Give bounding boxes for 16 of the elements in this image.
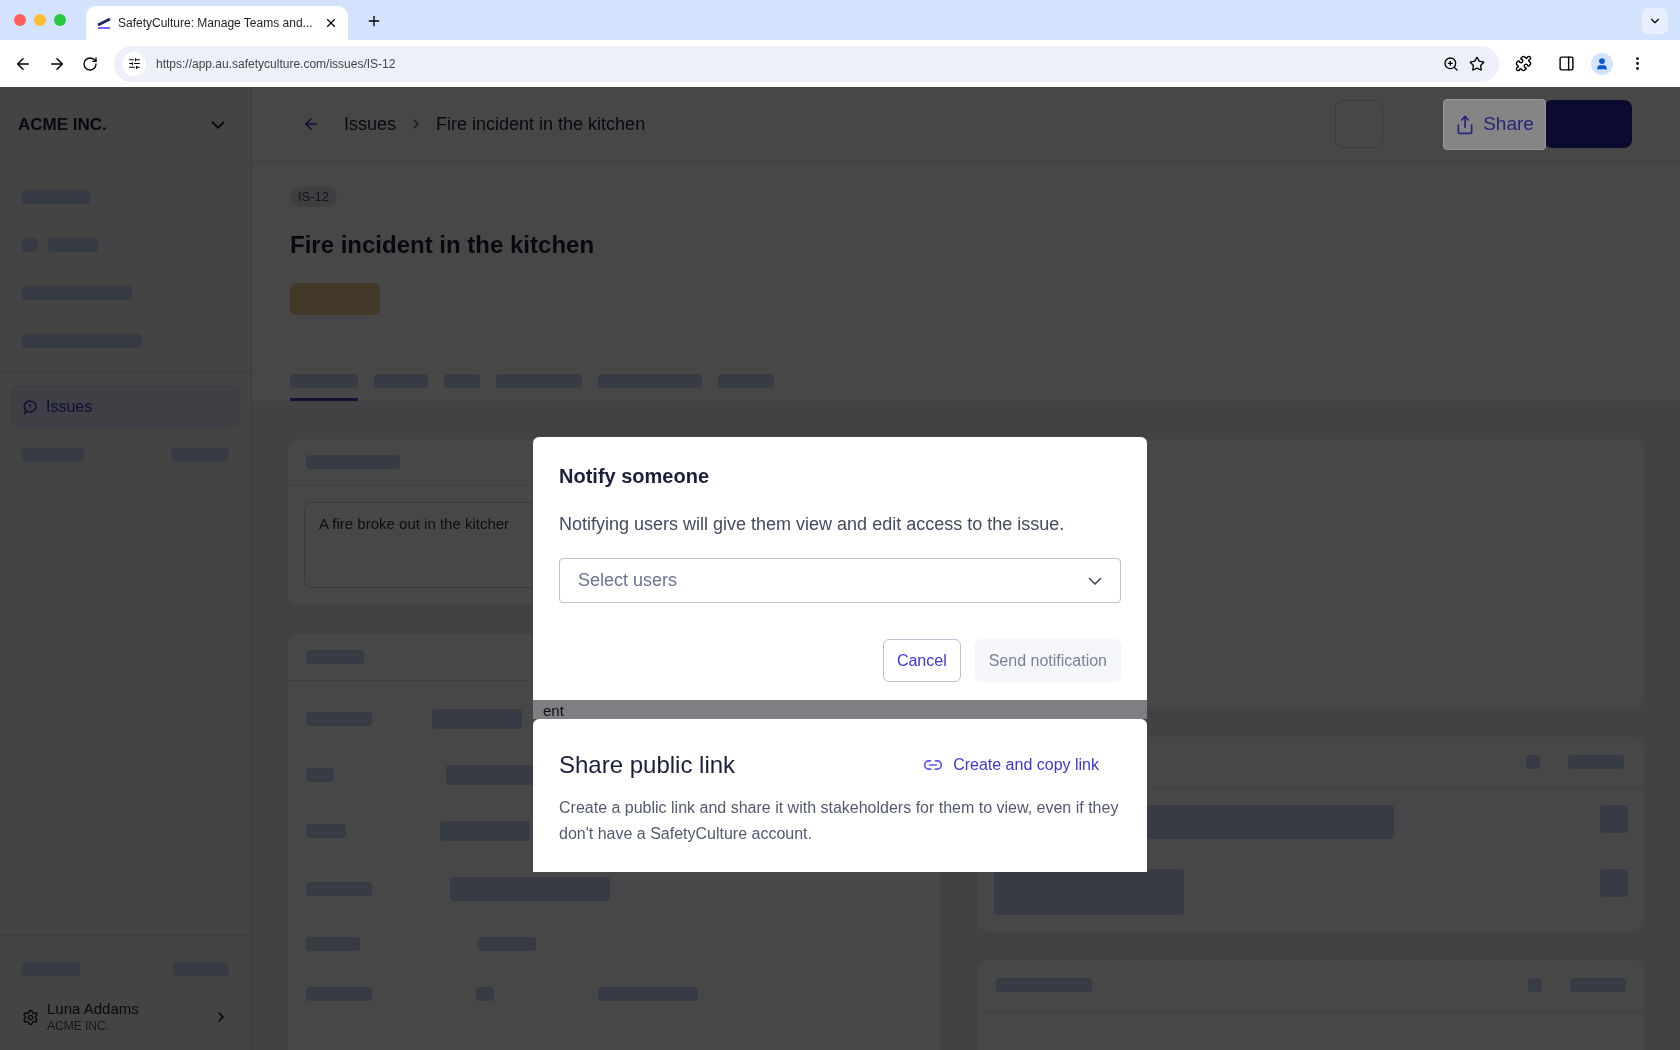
- url-text: https://app.au.safetyculture.com/issues/IS-12: [156, 55, 396, 73]
- dialog-title: Notify someone: [559, 464, 711, 489]
- panel-description: Create a public link and share it with stakeholders for them to view, even if they don't have a SafetyCulture account.: [559, 798, 1120, 844]
- browser-tab[interactable]: SafetyCulture: Manage Teams and...: [86, 6, 348, 40]
- cancel-button[interactable]: Cancel: [882, 639, 961, 682]
- select-users-dropdown[interactable]: Select users: [559, 558, 1121, 603]
- panel-title: Share public link: [559, 750, 736, 780]
- issue-title: Fire incident in the kitchen: [290, 229, 595, 260]
- tab-title: SafetyCulture: Manage Teams and...: [118, 15, 313, 32]
- share-button[interactable]: Share: [1443, 99, 1546, 150]
- dialog-message: Notifying users will give them view and edit access to the issue.: [559, 513, 1066, 536]
- user-name: Luna Addams: [47, 1000, 139, 1018]
- breadcrumb-current: Fire incident in the kitchen: [436, 112, 646, 136]
- address-bar[interactable]: https://app.au.safetyculture.com/issues/IS-12: [114, 45, 1499, 82]
- create-link[interactable]: Create and copy link: [923, 753, 1099, 777]
- detail-value: ent: [542, 701, 565, 719]
